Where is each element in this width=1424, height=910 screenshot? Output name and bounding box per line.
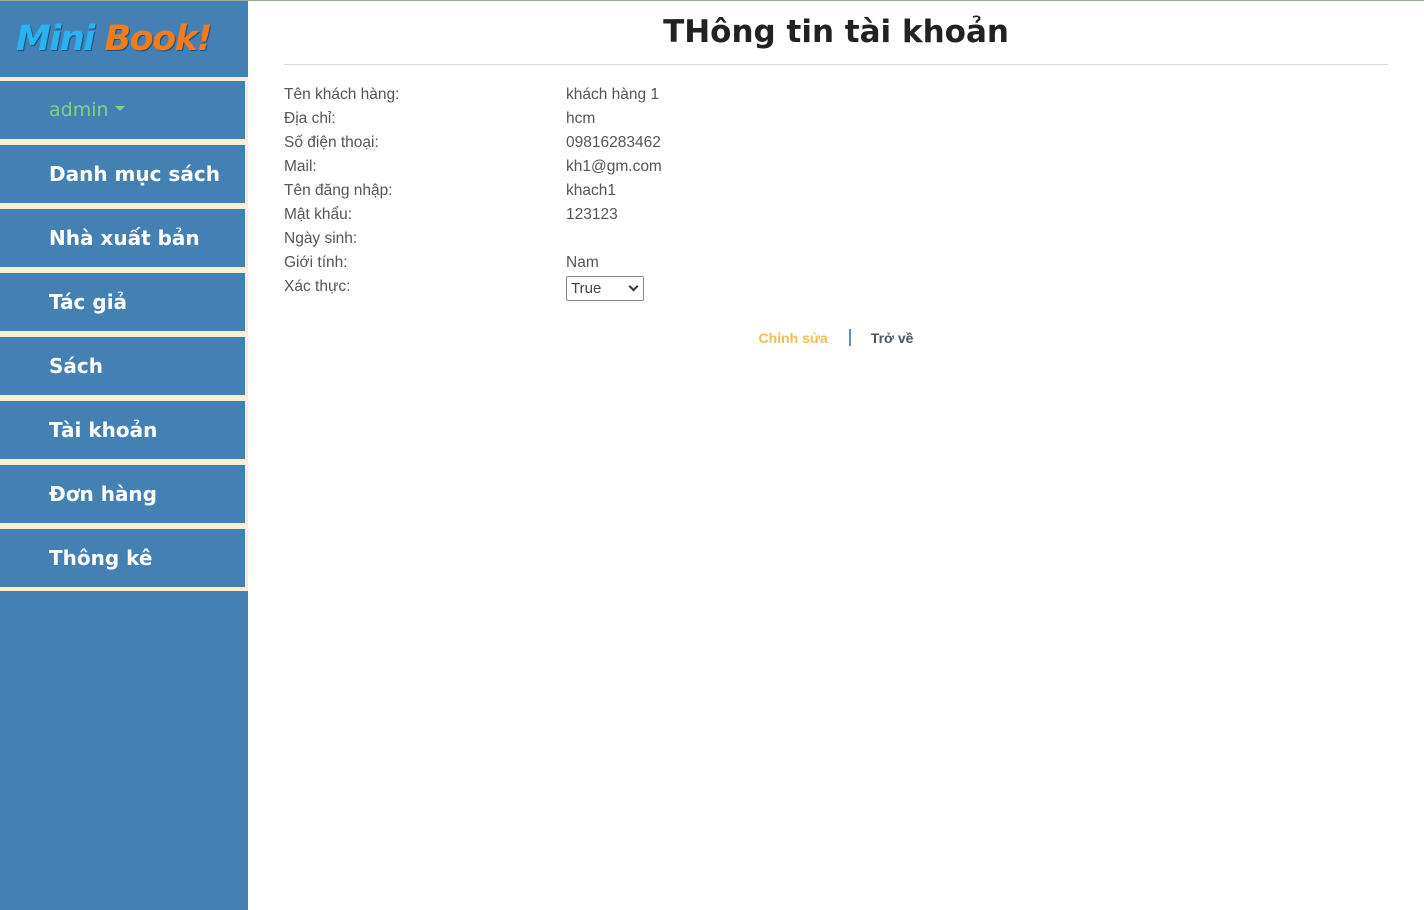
sidebar-item-accounts[interactable]: Tài khoản <box>0 401 245 459</box>
info-row-username: Tên đăng nhập: khach1 <box>284 179 1388 203</box>
logo-text-mini: Mini <box>16 19 105 59</box>
info-label: Giới tính: <box>284 254 348 271</box>
sidebar-item-books[interactable]: Sách <box>0 337 245 395</box>
sidebar-item-label: Đơn hàng <box>49 482 157 506</box>
info-value: Nam <box>566 254 599 271</box>
logo-area: Mini Book! <box>0 1 248 77</box>
sidebar-item-statistics[interactable]: Thông kê <box>0 529 245 587</box>
account-info: Tên khách hàng: khách hàng 1 Địa chỉ: hc… <box>284 83 1388 301</box>
info-row-verified: Xác thực: True <box>284 275 1388 301</box>
sidebar-item-label: Tác giả <box>49 290 128 314</box>
info-label: Tên đăng nhập: <box>284 182 393 199</box>
link-separator <box>848 329 851 346</box>
info-label: Tên khách hàng: <box>284 86 400 103</box>
sidebar-item-categories[interactable]: Danh mục sách <box>0 145 245 203</box>
info-value: khách hàng 1 <box>566 86 660 103</box>
info-row-gender: Giới tính: Nam <box>284 251 1388 275</box>
info-value: khach1 <box>566 182 616 199</box>
info-value: hcm <box>566 110 596 127</box>
info-value: 123123 <box>566 206 618 223</box>
sidebar-item-label: Thông kê <box>49 546 153 570</box>
info-row-birthdate: Ngày sinh: <box>284 227 1388 251</box>
edit-link[interactable]: Chỉnh sửa <box>759 330 828 346</box>
sidebar-item-authors[interactable]: Tác giả <box>0 273 245 331</box>
info-row-phone: Số điện thoại: 09816283462 <box>284 131 1388 155</box>
back-link[interactable]: Trở về <box>871 330 914 346</box>
info-label: Xác thực: <box>284 278 351 295</box>
info-row-mail: Mail: kh1@gm.com <box>284 155 1388 179</box>
sidebar-menu: admin Danh mục sách Nhà xuất bản Tác giả… <box>0 77 248 591</box>
page-title: THông tin tài khoản <box>663 14 1009 50</box>
sidebar-item-label: Danh mục sách <box>49 162 220 186</box>
info-row-password: Mật khẩu: 123123 <box>284 203 1388 227</box>
title-divider <box>284 64 1388 65</box>
sidebar-item-publishers[interactable]: Nhà xuất bản <box>0 209 245 267</box>
action-links: Chỉnh sửa Trở về <box>284 329 1388 346</box>
info-row-customer-name: Tên khách hàng: khách hàng 1 <box>284 83 1388 107</box>
info-value: kh1@gm.com <box>566 158 662 175</box>
info-label: Số điện thoại: <box>284 134 379 151</box>
info-label: Địa chỉ: <box>284 110 336 127</box>
caret-down-icon <box>114 105 125 111</box>
info-row-address: Địa chỉ: hcm <box>284 107 1388 131</box>
logo-text-book: Book! <box>104 19 212 59</box>
info-label: Ngày sinh: <box>284 230 358 247</box>
user-dropdown-label: admin <box>49 99 109 121</box>
verified-select-value: True <box>571 279 602 297</box>
chevron-down-icon <box>628 281 639 291</box>
sidebar-item-orders[interactable]: Đơn hàng <box>0 465 245 523</box>
sidebar-item-label: Nhà xuất bản <box>49 226 200 250</box>
sidebar-item-label: Sách <box>49 354 103 378</box>
info-label: Mật khẩu: <box>284 206 353 223</box>
sidebar: Mini Book! admin Danh mục sách Nhà xuất … <box>0 1 248 910</box>
main-content: THông tin tài khoản Tên khách hàng: khác… <box>284 1 1388 346</box>
verified-select[interactable]: True <box>566 275 644 301</box>
sidebar-item-label: Tài khoản <box>49 418 158 442</box>
info-label: Mail: <box>284 158 317 175</box>
info-value: 09816283462 <box>566 134 661 151</box>
brand-logo[interactable]: Mini Book! <box>16 19 212 59</box>
user-dropdown[interactable]: admin <box>0 81 245 139</box>
